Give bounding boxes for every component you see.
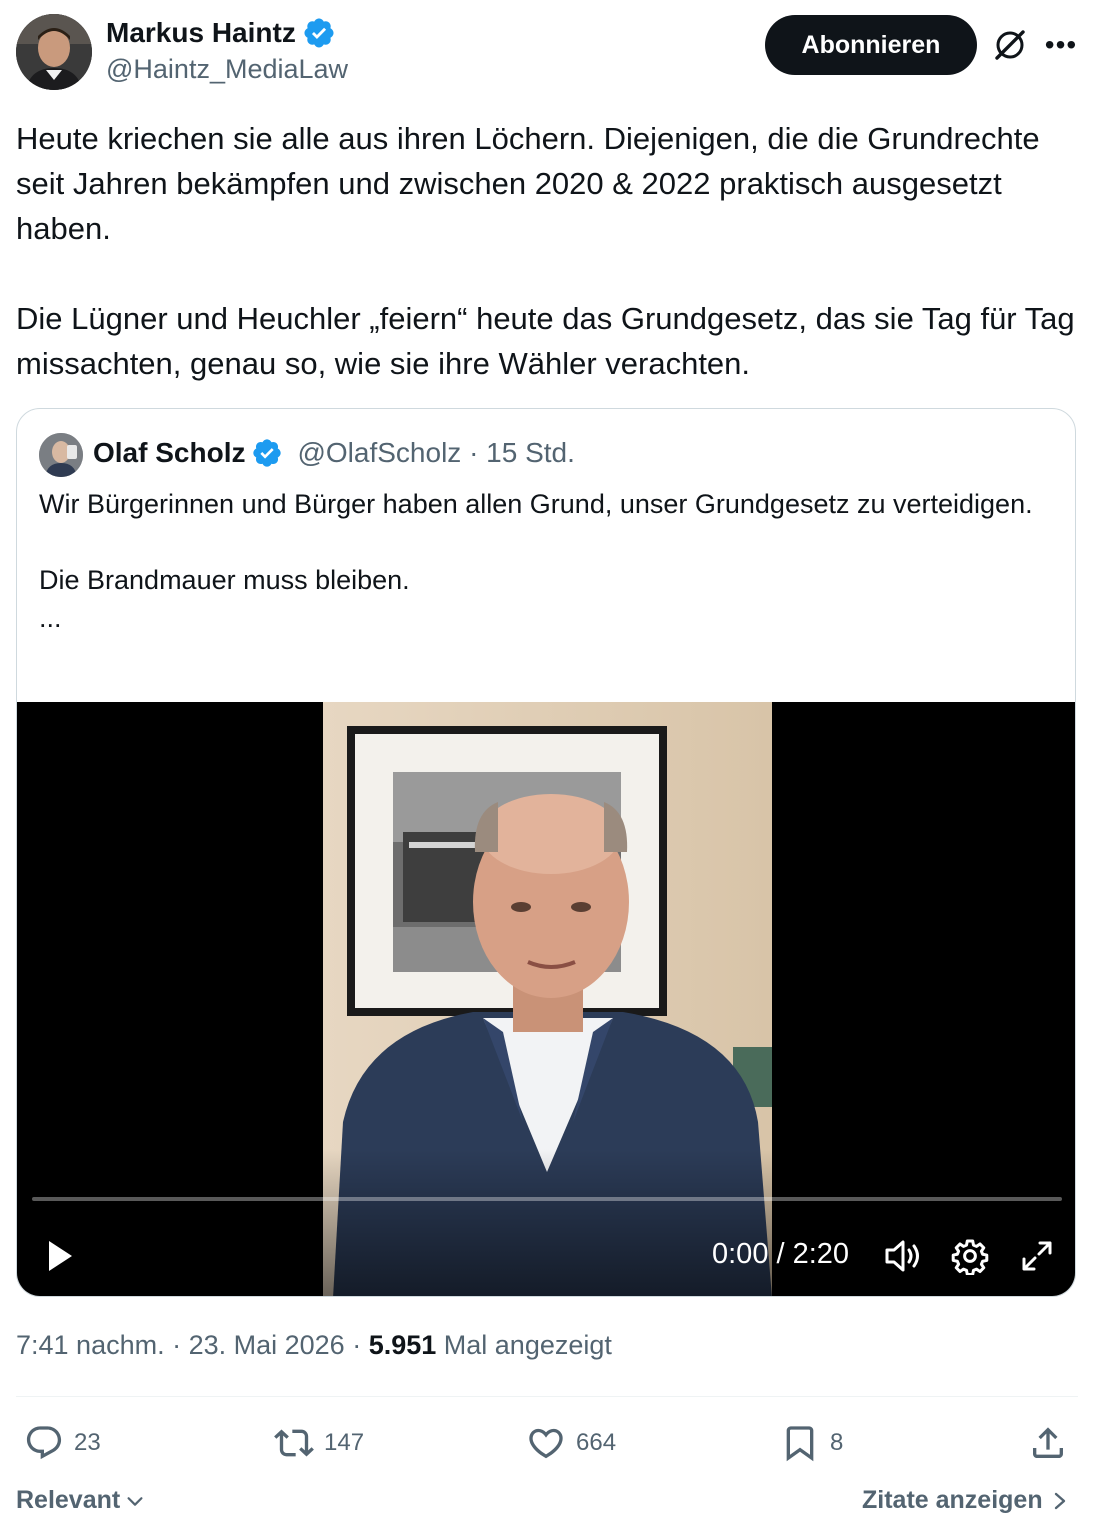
- bookmark-button[interactable]: 8: [780, 1420, 843, 1466]
- video-time: 0:00 / 2:20: [712, 1238, 850, 1270]
- quotes-label: Zitate anzeigen: [862, 1486, 1043, 1514]
- quoted-author-avatar[interactable]: [39, 433, 83, 477]
- view-quotes-link[interactable]: Zitate anzeigen: [862, 1486, 1069, 1515]
- author-handle[interactable]: @Haintz_MediaLaw: [106, 54, 348, 85]
- grok-icon[interactable]: [990, 25, 1030, 65]
- tweet-date[interactable]: 23. Mai 2026: [189, 1330, 345, 1360]
- author-name-text[interactable]: Markus Haintz: [106, 17, 296, 49]
- meta-separator: ·: [164, 1330, 189, 1360]
- view-label: Mal angezeigt: [436, 1330, 612, 1360]
- video-frame: [323, 702, 772, 1296]
- reply-icon: [26, 1426, 62, 1460]
- share-icon: [1033, 1427, 1063, 1458]
- tweet-time[interactable]: 7:41 nachm.: [16, 1330, 165, 1360]
- chevron-down-icon: [127, 1496, 143, 1506]
- follow-button[interactable]: Abonnieren: [765, 15, 977, 75]
- retweet-icon: [274, 1429, 314, 1457]
- volume-icon[interactable]: [883, 1238, 923, 1274]
- quoted-handle-time[interactable]: @OlafScholz · 15 Std.: [297, 437, 574, 469]
- more-options-icon[interactable]: •••: [1044, 29, 1078, 60]
- author-name[interactable]: Markus Haintz: [106, 16, 336, 50]
- fullscreen-icon[interactable]: [1020, 1239, 1054, 1273]
- share-button[interactable]: [1028, 1420, 1068, 1466]
- settings-gear-icon[interactable]: [951, 1237, 989, 1275]
- quoted-text: Wir Bürgerinnen und Bürger haben allen G…: [39, 489, 1033, 633]
- heart-icon: [529, 1428, 563, 1459]
- verified-badge-icon: [304, 18, 334, 48]
- quoted-header: Olaf Scholz @OlafScholz · 15 Std.: [93, 437, 575, 469]
- video-player[interactable]: 0:00 / 2:20: [17, 702, 1075, 1296]
- reply-count: 23: [74, 1429, 101, 1456]
- retweet-count: 147: [324, 1429, 365, 1456]
- reply-button[interactable]: 23: [24, 1420, 101, 1466]
- view-count: 5.951: [368, 1330, 437, 1360]
- verified-badge-icon: [253, 439, 282, 467]
- like-button[interactable]: 664: [526, 1420, 616, 1466]
- divider: [16, 1396, 1078, 1397]
- chevron-right-icon: [1054, 1492, 1065, 1509]
- tweet-meta: 7:41 nachm. · 23. Mai 2026 · 5.951 Mal a…: [16, 1330, 612, 1361]
- quoted-author-name[interactable]: Olaf Scholz: [93, 437, 245, 469]
- quoted-tweet-card[interactable]: Olaf Scholz @OlafScholz · 15 Std. Wir Bü…: [16, 408, 1076, 1297]
- tweet-text: Heute kriechen sie alle aus ihren Löcher…: [16, 121, 1075, 381]
- author-avatar[interactable]: [16, 14, 92, 90]
- like-count: 664: [576, 1429, 617, 1456]
- bookmark-icon: [786, 1426, 814, 1462]
- play-icon[interactable]: [45, 1238, 75, 1274]
- sort-dropdown[interactable]: Relevant: [16, 1486, 146, 1515]
- video-progress-bar[interactable]: [32, 1197, 1062, 1201]
- retweet-button[interactable]: 147: [274, 1420, 364, 1466]
- meta-separator: ·: [344, 1330, 369, 1360]
- bookmark-count: 8: [830, 1429, 844, 1456]
- sort-label: Relevant: [16, 1486, 121, 1514]
